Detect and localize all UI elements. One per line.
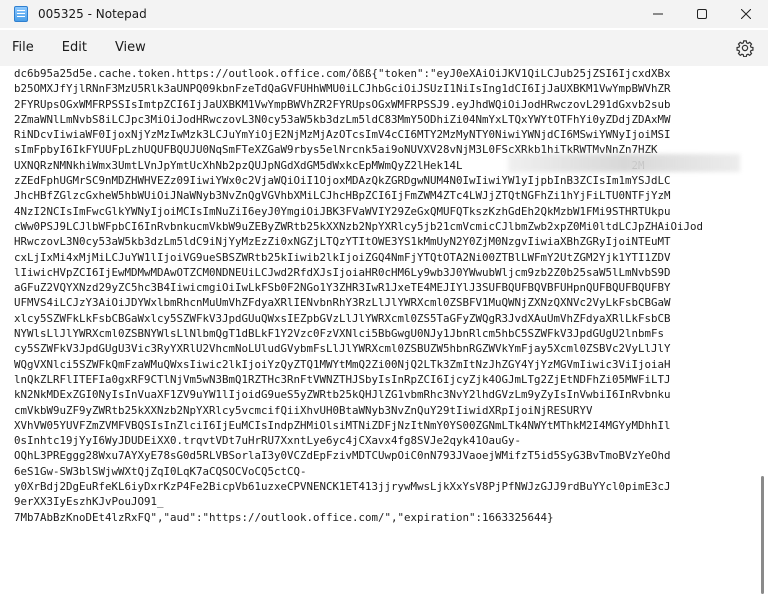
text-line: 4NzI2NCIsImFwcGlkYWNyIjoiMCIsImNuZiI6eyJ… [14, 204, 671, 218]
window-title: 005325 - Notepad [38, 7, 147, 21]
text-line: NYWlsLlJlYWRXcml0ZSBNYWlsLlNlbmQgT1dBLkF… [14, 327, 665, 341]
text-line: cxLjIxMi4xMjMiLCJuYW1lIjoiVG9ueSBSZWRtb2… [14, 250, 671, 264]
text-line: JhcHBfZGlzcGxheW5hbWUiOiJNaWNyb3NvZnQgVG… [14, 189, 671, 203]
menu-bar: File Edit View [0, 30, 768, 66]
scrollbar-thumb[interactable] [761, 476, 764, 594]
close-button[interactable] [724, 0, 768, 28]
minimize-button[interactable] [636, 0, 680, 28]
text-line: kN2NkMDExZGI0NyIsInVuaXF1ZV9uYW1lIjoidG9… [14, 388, 671, 402]
text-line: 2ZmaWNlLmNvbS8iLCJpc3MiOiJodHRwczovL3N0c… [14, 112, 671, 126]
menu-file[interactable]: File [0, 30, 48, 66]
text-line: RiNDcvIiwiaWF0IjoxNjYzMzIwMzk3LCJuYmYiOj… [14, 128, 671, 142]
text-line: 2FYRUpsOGxWMFRPSSIsImtpZCI6IjJaUXBKM1VwY… [14, 97, 671, 111]
text-line: b25OMXJfYjlRNnF3MzU5Rlk3aUNPQ09kbnFzeTdQ… [14, 82, 671, 96]
text-line: zZEdFphUGMrSC9nMDZHWHVEZz09IiwiYWx0c2Vja… [14, 174, 671, 188]
text-line: cWw0PSJ9LCJlbWFpbCI6InRvbnkucmVkbW9uZEBy… [14, 219, 704, 233]
text-line: xlcy5SZWFkLkFsbCBGaWxlcy5SZWFkV3JpdGUuQW… [14, 311, 671, 325]
close-icon [741, 9, 751, 19]
text-line: HRwczovL3N0cy53aW5kb3dzLm5ldC9iNjYyMzEzZ… [14, 235, 671, 249]
notepad-icon [14, 6, 28, 22]
text-line: WQgVXNlci5SZWFkQmFzaWMuQWxsIiwic2lkIjoiY… [14, 357, 671, 371]
text-line: XVhVW05YUVFZmZVMFVBQSIsInZlciI6IjEuMCIsI… [14, 418, 671, 432]
window-controls [636, 0, 768, 28]
title-bar: 005325 - Notepad [0, 0, 768, 28]
maximize-button[interactable] [680, 0, 724, 28]
redacted-region [508, 154, 740, 172]
text-line: UFMVS4iLCJzY3AiOiJDYWxlbmRhcnMuUmVhZFdya… [14, 296, 671, 310]
text-line: lnQkZLRFlITEFIa0gxRF9CTlNjVm5wN3BmQ1RZTH… [14, 372, 671, 386]
text-line: dc6b95a25d5e.cache.token.https://outlook… [14, 67, 671, 80]
vertical-scrollbar[interactable] [756, 66, 768, 594]
text-line: cy5SZWFkV3JpdGUgU3Vic3RyYXRlU2VhcmNoLUlu… [14, 342, 671, 356]
text-line: lIiwicHVpZCI6IjEwMDMwMDAwOTZCM0NDNEUiLCJ… [14, 265, 671, 279]
menu-edit[interactable]: Edit [48, 30, 101, 66]
text-line: cmVkbW9uZF9yZWRtb25kXXNzb2NpYXRlcy5vcmci… [14, 403, 593, 417]
text-line: OQhL3PREggg28Wxu7AYXyE78sG0d5RLVBSorlaI3… [14, 449, 671, 463]
editor-text[interactable]: dc6b95a25d5e.cache.token.https://outlook… [0, 66, 756, 525]
maximize-icon [697, 9, 707, 19]
text-line: 7Mb7AbBzKnoDEt4lzRxFQ","aud":"https://ou… [14, 510, 554, 524]
text-line: aGFuZ2VQYXNzd29yZC5hc3B4IiwicmgiOiIwLkFS… [14, 281, 671, 295]
gear-icon[interactable] [736, 39, 754, 57]
text-line: 0sInhtc19jYyI6WyJDUDEiXX0.trqvtVDt7uHrRU… [14, 434, 522, 448]
minimize-icon [653, 13, 663, 15]
text-editor[interactable]: dc6b95a25d5e.cache.token.https://outlook… [0, 66, 756, 540]
text-line: 9erXX3IyEszhKJvPouJO91_ [14, 495, 164, 509]
menu-view[interactable]: View [101, 30, 160, 66]
text-line: y0XrBdj2DgEuRfeKL6iyDxrKzP4Fe2BicpVb61uz… [14, 480, 671, 494]
text-line: 6eS1Gw-SW3blSWjwWXtQjZqI0LqK7aCQSOCVoCQ5… [14, 464, 307, 478]
